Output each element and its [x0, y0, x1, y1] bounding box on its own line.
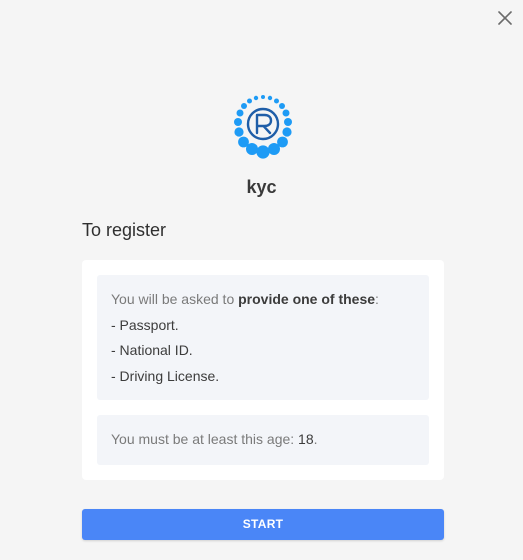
close-button[interactable] [496, 9, 514, 27]
age-requirement: You must be at least this age: 18. [111, 431, 318, 447]
documents-intro: You will be asked to provide one of thes… [111, 291, 379, 307]
document-item-passport: - Passport. [111, 317, 179, 333]
kyc-logo-icon [229, 94, 297, 160]
age-box: You must be at least this age: 18. [97, 415, 429, 465]
document-item-driving-license: - Driving License. [111, 368, 220, 384]
documents-intro-prefix: You will be asked to [111, 291, 239, 307]
kyc-dialog: kyc To register You will be asked to pro… [0, 0, 523, 560]
documents-box: You will be asked to provide one of thes… [97, 275, 429, 400]
section-title: To register [82, 220, 167, 240]
documents-intro-strong: provide one of these [238, 291, 376, 307]
age-value: 18 [298, 431, 314, 447]
age-prefix: You must be at least this age: [111, 431, 299, 447]
start-button[interactable]: START [82, 509, 444, 540]
requirements-card: You will be asked to provide one of thes… [82, 260, 444, 480]
age-suffix: . [313, 431, 318, 447]
app-name: kyc [246, 177, 277, 197]
documents-intro-suffix: : [375, 291, 379, 307]
close-icon [498, 11, 512, 25]
document-item-national-id: - National ID. [111, 342, 193, 358]
